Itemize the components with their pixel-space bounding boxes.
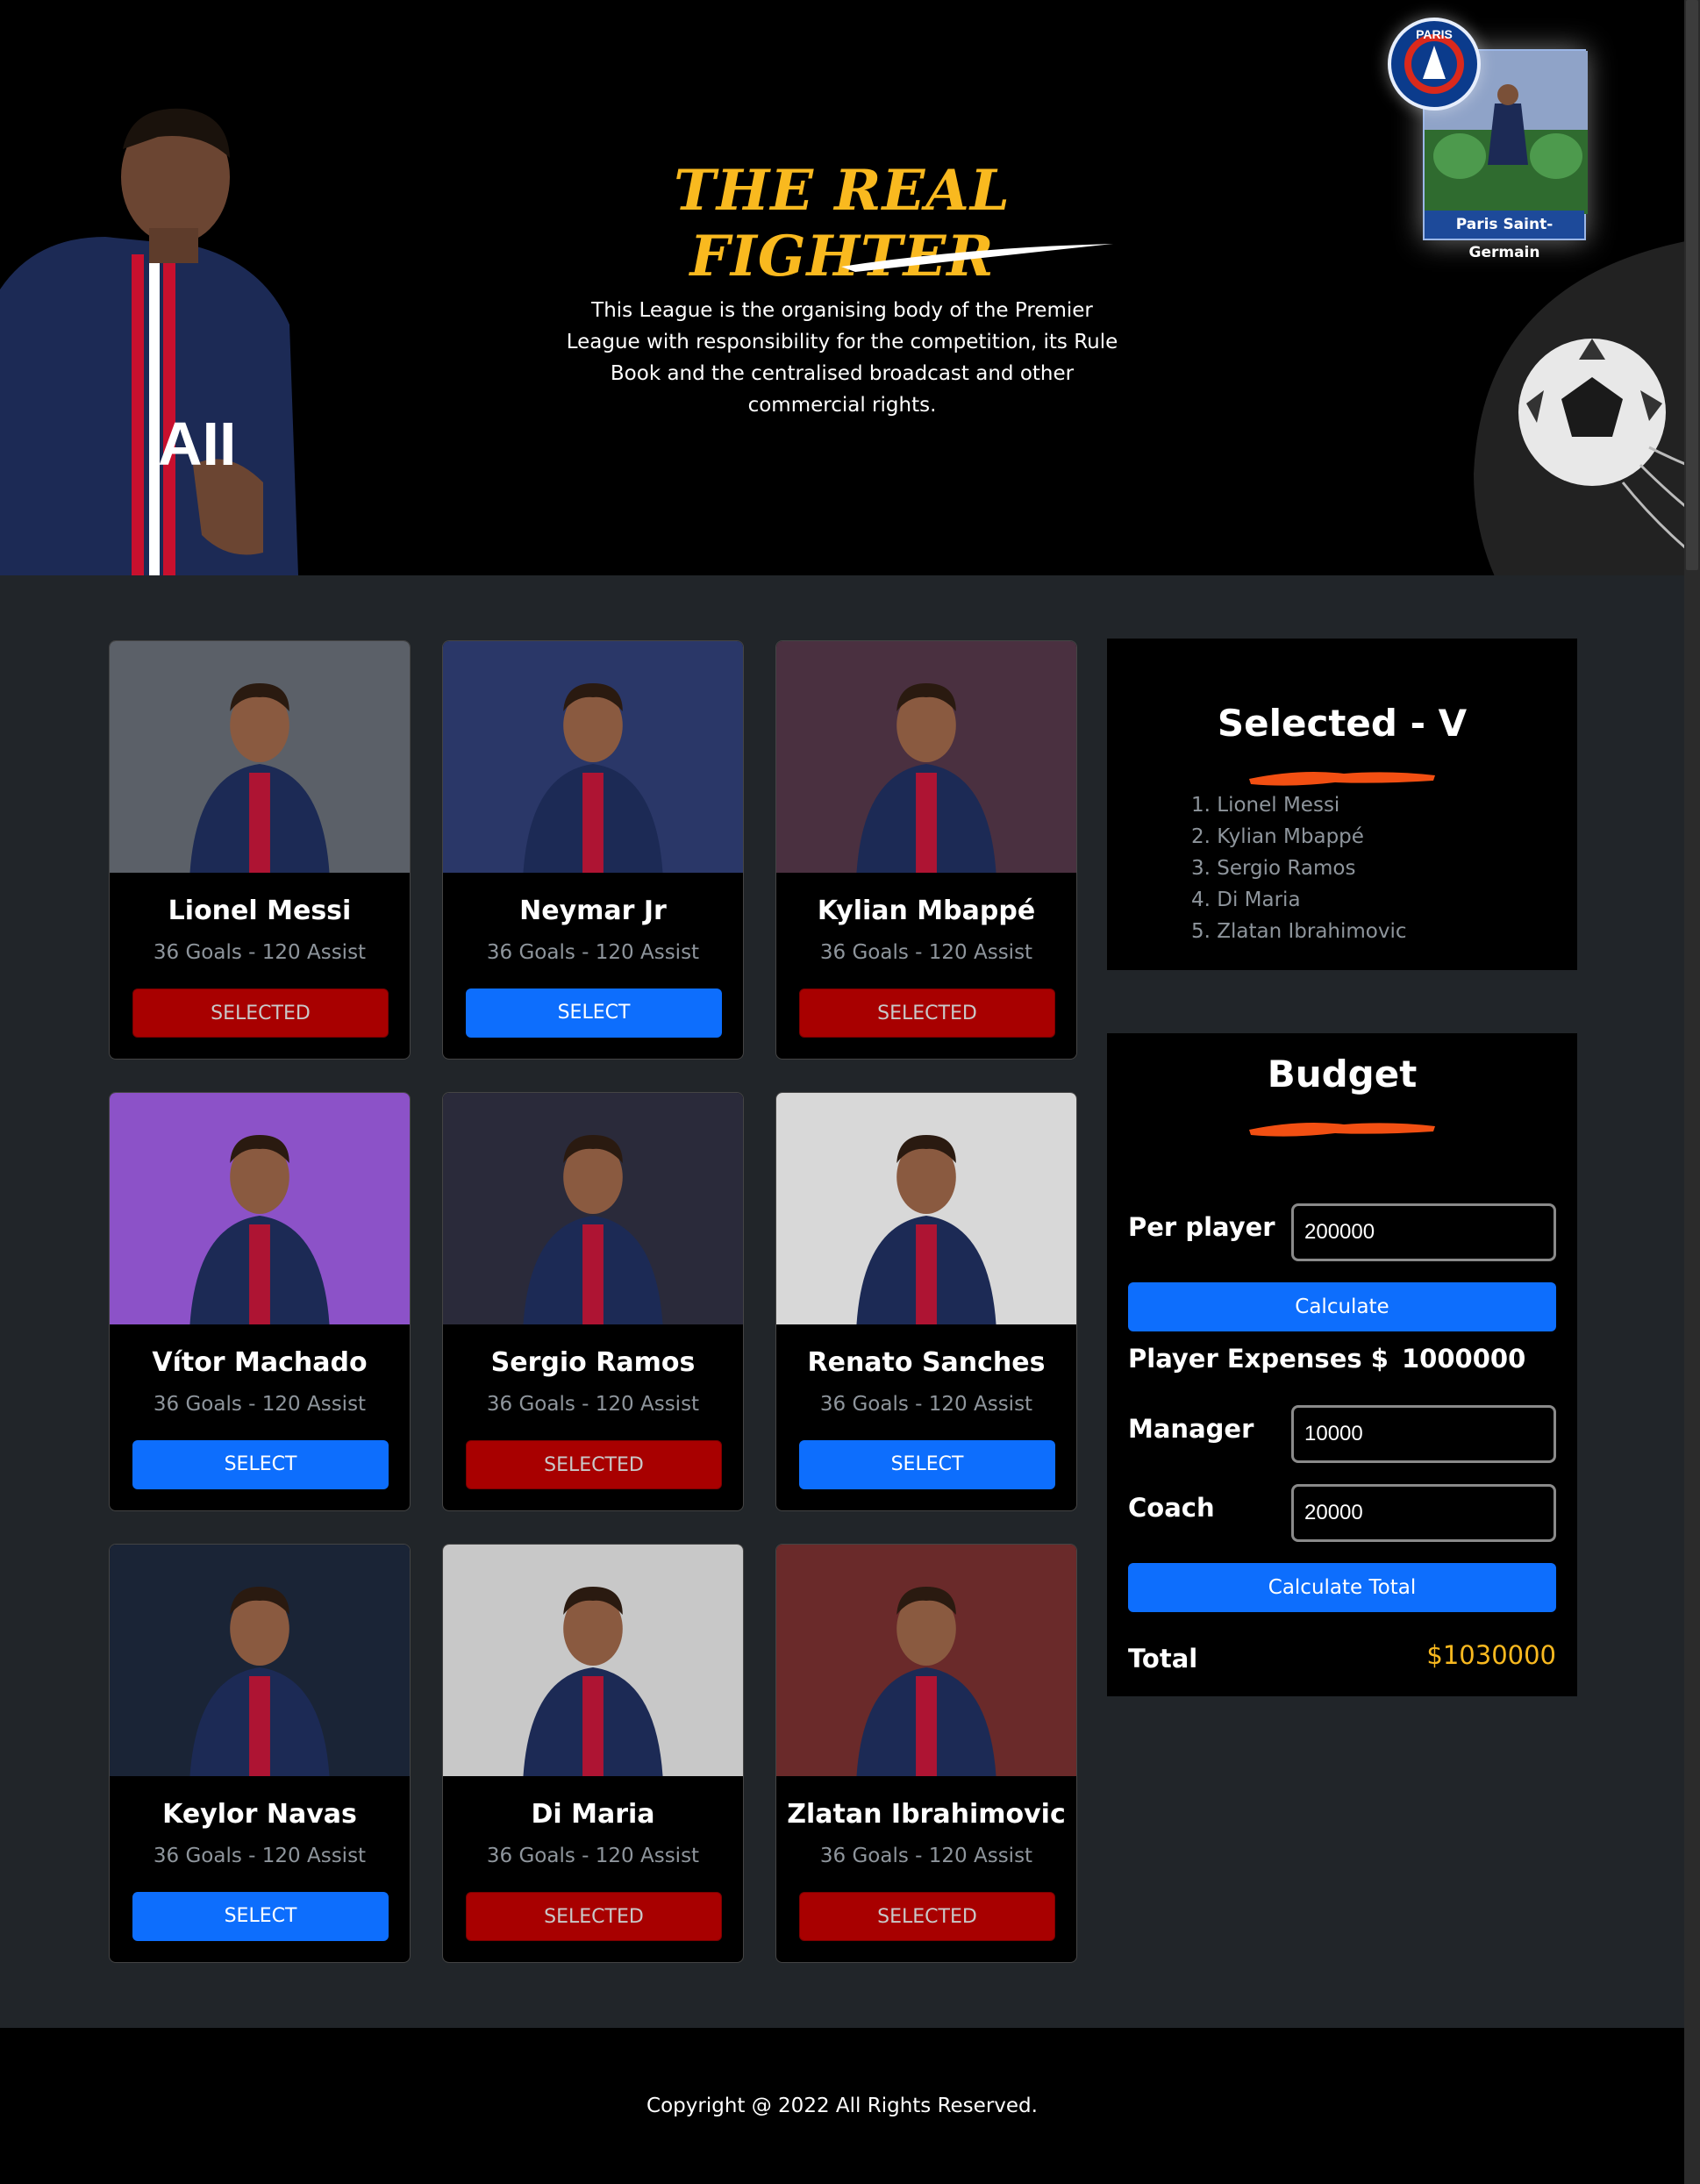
player-card: Renato Sanches 36 Goals - 120 Assist SELEC… xyxy=(775,1092,1077,1511)
player-name: Renato Sanches xyxy=(807,1347,1046,1378)
select-button[interactable]: SELECT xyxy=(132,1892,389,1941)
copyright-text: Copyright @ 2022 All Rights Reserved. xyxy=(646,2095,1038,2117)
player-stats: 36 Goals - 120 Assist xyxy=(486,941,700,964)
selected-player-item: 2. Kylian Mbappé xyxy=(1191,825,1364,848)
coach-label: Coach xyxy=(1128,1493,1215,1523)
selected-button[interactable]: SELECTED xyxy=(466,1440,722,1489)
psg-badge-text: PARIS xyxy=(1416,27,1453,41)
player-card: Neymar Jr 36 Goals - 120 Assist SELECT xyxy=(442,640,744,1060)
player-stats: 36 Goals - 120 Assist xyxy=(486,1845,700,1867)
player-stats: 36 Goals - 120 Assist xyxy=(819,1393,1033,1416)
player-photo xyxy=(110,641,410,873)
player-photo xyxy=(776,641,1076,873)
player-card: Di Maria 36 Goals - 120 Assist SELECTED xyxy=(442,1544,744,1963)
player-stats: 36 Goals - 120 Assist xyxy=(819,941,1033,964)
player-stats: 36 Goals - 120 Assist xyxy=(486,1393,700,1416)
player-card: Sergio Ramos 36 Goals - 120 Assist SELECTE… xyxy=(442,1092,744,1511)
psg-card-label: Paris Saint-Germain xyxy=(1425,211,1584,261)
player-card: Vítor Machado 36 Goals - 120 Assist SELECT xyxy=(109,1092,411,1511)
player-name: Kylian Mbappé xyxy=(817,896,1036,926)
svg-text:AII: AII xyxy=(158,410,236,478)
selected-title: Selected - V xyxy=(1217,702,1468,745)
player-name: Sergio Ramos xyxy=(490,1347,696,1378)
per-player-input[interactable]: 200000 xyxy=(1291,1203,1556,1261)
page-footer: Copyright @ 2022 All Rights Reserved. xyxy=(0,2028,1684,2184)
hero-description: This League is the organising body of th… xyxy=(566,299,1118,417)
player-name: Neymar Jr xyxy=(519,896,667,926)
player-photo xyxy=(443,1545,743,1776)
title-underline-swoosh xyxy=(841,244,1113,272)
player-name: Vítor Machado xyxy=(152,1347,368,1378)
scrollbar-thumb[interactable] xyxy=(1686,0,1698,570)
player-stats: 36 Goals - 120 Assist xyxy=(819,1845,1033,1867)
player-name: Lionel Messi xyxy=(168,896,352,926)
player-card: Kylian Mbappé 36 Goals - 120 Assist SELECT… xyxy=(775,640,1077,1060)
player-stats: 36 Goals - 120 Assist xyxy=(153,941,367,964)
selected-button[interactable]: SELECTED xyxy=(799,989,1055,1038)
player-photo xyxy=(443,641,743,873)
player-photo xyxy=(110,1545,410,1776)
player-card: Lionel Messi 36 Goals - 120 Assist SELECTE… xyxy=(109,640,411,1060)
player-name: Di Maria xyxy=(531,1799,655,1830)
selected-player-item: 5. Zlatan Ibrahimovic xyxy=(1191,920,1407,943)
select-button[interactable]: SELECT xyxy=(799,1440,1055,1489)
selected-button[interactable]: SELECTED xyxy=(799,1892,1055,1941)
selected-button[interactable]: SELECTED xyxy=(466,1892,722,1941)
select-button[interactable]: SELECT xyxy=(466,989,722,1038)
selected-panel: Selected - V 1. Lionel Messi 2. Kylian Mb… xyxy=(1107,639,1577,970)
total-value: $1030000 xyxy=(1426,1640,1556,1670)
brush-underline xyxy=(1249,772,1435,786)
selected-players-list: 1. Lionel Messi 2. Kylian Mbappé 3. Sergio… xyxy=(1191,789,1407,947)
football-net-illustration xyxy=(1474,241,1684,575)
player-expenses-label: Player Expenses $ xyxy=(1128,1344,1389,1374)
player-photo xyxy=(443,1093,743,1324)
manager-label: Manager xyxy=(1128,1414,1254,1444)
calculate-total-button[interactable]: Calculate Total xyxy=(1128,1563,1556,1612)
coach-input[interactable]: 20000 xyxy=(1291,1484,1556,1542)
calculate-button[interactable]: Calculate xyxy=(1128,1282,1556,1331)
total-label: Total xyxy=(1128,1644,1198,1674)
player-photo xyxy=(776,1545,1076,1776)
page-scrollbar[interactable] xyxy=(1684,0,1700,2184)
selected-button[interactable]: SELECTED xyxy=(132,989,389,1038)
player-name: Zlatan Ibrahimovic xyxy=(787,1799,1066,1830)
brush-underline xyxy=(1249,1123,1435,1137)
manager-input[interactable]: 10000 xyxy=(1291,1405,1556,1463)
selected-player-item: 4. Di Maria xyxy=(1191,889,1301,911)
player-name: Keylor Navas xyxy=(162,1799,357,1830)
select-button[interactable]: SELECT xyxy=(132,1440,389,1489)
budget-panel: Budget Per player 200000 Calculate Playe… xyxy=(1107,1033,1577,1696)
per-player-label: Per player xyxy=(1128,1212,1275,1242)
budget-title: Budget xyxy=(1267,1053,1418,1096)
player-card: Keylor Navas 36 Goals - 120 Assist SELECT xyxy=(109,1544,411,1963)
player-card: Zlatan Ibrahimovic 36 Goals - 120 Assist S… xyxy=(775,1544,1077,1963)
player-expenses-value: 1000000 xyxy=(1402,1344,1526,1374)
selected-player-item: 1. Lionel Messi xyxy=(1191,794,1340,817)
selected-player-item: 3. Sergio Ramos xyxy=(1191,857,1356,880)
hero-header: AII THE REAL FIGHTER This League is the … xyxy=(0,0,1684,575)
psg-logo-icon: PARIS xyxy=(1388,18,1481,111)
player-stats: 36 Goals - 120 Assist xyxy=(153,1845,367,1867)
player-photo xyxy=(776,1093,1076,1324)
player-photo xyxy=(110,1093,410,1324)
player-hero-image: AII xyxy=(0,108,298,575)
player-stats: 36 Goals - 120 Assist xyxy=(153,1393,367,1416)
